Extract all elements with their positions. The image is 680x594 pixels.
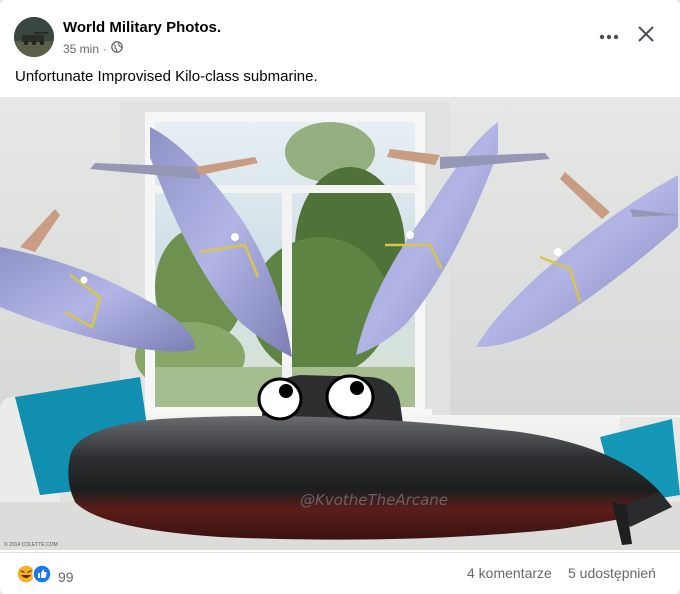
post-photo[interactable]: @KvotheTheArcane © 2014 COLETTE.COM — [0, 97, 680, 550]
close-icon — [638, 26, 654, 47]
comments-count-link[interactable]: 4 komentarze — [467, 565, 552, 581]
photo-copyright: © 2014 COLETTE.COM — [4, 541, 58, 548]
more-horizontal-icon — [599, 27, 619, 45]
reaction-count: 99 — [58, 568, 74, 585]
post-time[interactable]: 35 min — [63, 42, 99, 56]
globe-icon — [111, 41, 123, 56]
post-caption: Unfortunate Improvised Kilo-class submar… — [15, 68, 318, 85]
author-name[interactable]: World Military Photos. — [63, 19, 221, 36]
page-avatar[interactable] — [14, 17, 54, 57]
post-meta: 35 min · — [63, 41, 123, 56]
meme-image: @KvotheTheArcane © 2014 COLETTE.COM — [0, 97, 680, 550]
close-button[interactable] — [630, 20, 662, 52]
post-footer: 99 4 komentarze 5 udostępnień — [0, 552, 680, 594]
more-options-button[interactable] — [593, 24, 625, 48]
shares-count-link[interactable]: 5 udostępnień — [568, 565, 656, 581]
watermark: @KvotheTheArcane — [300, 491, 448, 509]
reactions-summary[interactable]: 99 — [16, 564, 74, 589]
like-reaction-icon — [32, 564, 52, 589]
post-card: World Military Photos. 35 min · Unfortun… — [0, 0, 680, 594]
meta-separator: · — [103, 41, 108, 56]
